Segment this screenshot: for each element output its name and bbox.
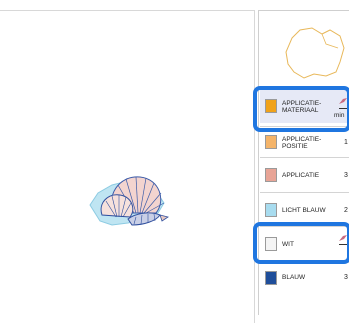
color-swatch [265, 99, 277, 113]
thread-row-wit[interactable]: WIT [260, 226, 349, 261]
panel-left-border [258, 10, 259, 315]
seashell-design-image [89, 176, 169, 226]
canvas-right-border [254, 10, 255, 323]
thread-number: 1 [344, 139, 348, 146]
thread-number: 2 [344, 207, 348, 214]
thread-label: BLAUW [282, 274, 306, 281]
thread-label: APPLICATIE [282, 172, 320, 179]
thread-row-applicatie-positie[interactable]: APPLICATIE- POSITIE 1 [260, 126, 349, 157]
design-outline-preview [285, 27, 345, 79]
thread-number: 3 [344, 274, 348, 281]
thread-label: WIT [282, 241, 294, 248]
panel-top-border [258, 10, 349, 11]
color-swatch [265, 135, 277, 149]
thread-row-applicatie-materiaal[interactable]: APPLICATIE- MATERIAAL min [260, 88, 349, 123]
thread-number: 3 [344, 172, 348, 179]
embroidery-canvas[interactable] [0, 0, 255, 323]
color-swatch [265, 168, 277, 182]
thread-row-applicatie[interactable]: APPLICATIE 3 [260, 157, 349, 192]
thread-label: APPLICATIE- MATERIAAL [282, 100, 322, 114]
time-unit: min [334, 112, 345, 119]
canvas-top-border [0, 10, 255, 11]
thread-label: APPLICATIE- POSITIE [282, 136, 322, 150]
applique-thread-icon [339, 98, 347, 104]
color-swatch [265, 271, 277, 285]
thread-row-blauw[interactable]: BLAUW 3 [260, 262, 349, 297]
thread-color-panel: APPLICATIE- MATERIAAL min APPLICATIE- PO… [258, 0, 349, 323]
dash-separator [339, 244, 349, 245]
thread-label: LICHT BLAUW [282, 207, 326, 214]
color-swatch [265, 237, 277, 251]
dash-separator [339, 108, 349, 109]
thread-row-licht-blauw[interactable]: LICHT BLAUW 2 [260, 192, 349, 227]
color-swatch [265, 203, 277, 217]
applique-thread-icon [339, 235, 347, 241]
